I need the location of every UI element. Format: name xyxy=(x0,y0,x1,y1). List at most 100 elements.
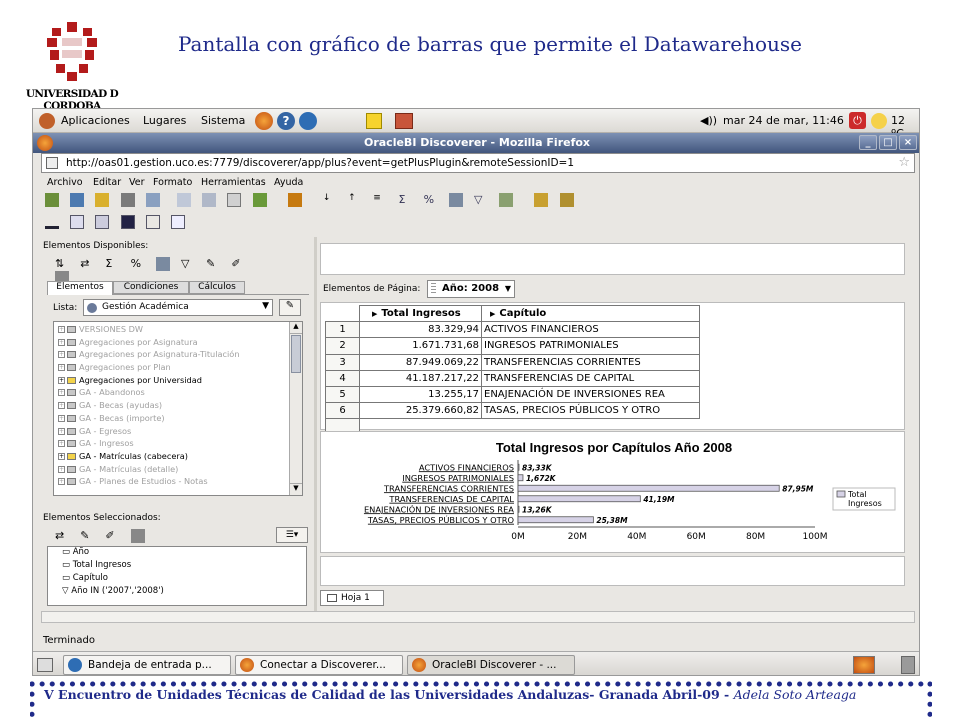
expand-icon[interactable]: + xyxy=(58,440,65,448)
expand-icon[interactable]: + xyxy=(58,376,65,384)
expand-icon[interactable]: + xyxy=(58,338,65,346)
percent-icon[interactable]: % xyxy=(424,193,438,207)
expand-icon[interactable]: + xyxy=(58,452,65,460)
cube-icon[interactable] xyxy=(145,215,160,229)
panel-icon[interactable] xyxy=(120,215,135,229)
scroll-thumb[interactable] xyxy=(291,335,301,373)
tree-item[interactable]: + VERSIONES DW xyxy=(54,324,290,337)
calculation-icon[interactable] xyxy=(448,193,463,207)
save-icon[interactable] xyxy=(95,193,110,207)
table-row[interactable]: 5 13.255,17 ENAJENACIÓN DE INVERSIONES REA xyxy=(325,385,700,404)
list-select[interactable]: Gestión Académica ▼ xyxy=(83,299,273,316)
tree-item[interactable]: + Agregaciones por Asignatura xyxy=(54,337,290,350)
firefox-launcher-icon[interactable] xyxy=(255,112,273,130)
minimize-button[interactable]: _ xyxy=(859,135,877,150)
open-icon[interactable] xyxy=(70,193,85,207)
sort-desc-icon[interactable]: ↑ xyxy=(348,193,362,207)
filter-icon[interactable]: ▽ xyxy=(474,193,488,207)
tree-item[interactable]: + GA - Abandonos xyxy=(54,387,290,400)
tree-item[interactable]: + GA - Egresos xyxy=(54,426,290,439)
notes-icon[interactable] xyxy=(366,113,382,129)
tree-item[interactable]: + Agregaciones por Plan xyxy=(54,362,290,375)
trash-icon[interactable] xyxy=(901,656,915,674)
expand-icon[interactable]: + xyxy=(58,351,65,359)
new-workbook-icon[interactable] xyxy=(45,193,59,207)
show-desktop-icon[interactable] xyxy=(37,658,53,672)
run-icon[interactable] xyxy=(287,193,302,207)
condition-icon[interactable] xyxy=(559,193,574,207)
horizontal-scrollbar[interactable] xyxy=(41,611,915,623)
screenshot-icon[interactable] xyxy=(395,113,413,129)
menu-herramientas[interactable]: Herramientas xyxy=(201,177,266,188)
firefox-tray-icon[interactable] xyxy=(853,656,875,674)
task-discoverer[interactable]: OracleBI Discoverer - ... xyxy=(407,655,575,675)
clock[interactable]: mar 24 de mar, 11:46 xyxy=(723,114,844,127)
url-bar[interactable]: http://oas01.gestion.uco.es:7779/discove… xyxy=(41,153,915,173)
expand-icon[interactable]: + xyxy=(58,414,65,422)
edit-icon[interactable]: ✎ xyxy=(80,529,94,543)
selected-item[interactable]: ▭ Total Ingresos xyxy=(48,560,306,573)
calculation-icon[interactable] xyxy=(155,257,170,271)
header-total-ingresos[interactable]: ▶ Total Ingresos xyxy=(359,304,482,323)
year-selector[interactable]: Año: 2008 ▼ xyxy=(427,280,515,298)
selected-item[interactable]: ▭ Capítulo xyxy=(48,573,306,586)
parameter-icon[interactable] xyxy=(534,193,549,207)
edit-list-icon[interactable]: ✎ xyxy=(279,299,301,316)
selected-item[interactable]: ▭ Año xyxy=(48,547,306,560)
tab-elementos[interactable]: Elementos xyxy=(47,281,113,295)
window-title-bar[interactable]: OracleBI Discoverer - Mozilla Firefox _ … xyxy=(33,133,919,153)
weather-icon[interactable] xyxy=(871,113,887,129)
rename-icon[interactable]: ✐ xyxy=(105,529,119,543)
scroll-up-button[interactable]: ▲ xyxy=(290,322,302,334)
delete-icon[interactable] xyxy=(130,529,145,543)
panel-divider[interactable] xyxy=(314,237,317,617)
help-icon[interactable]: ? xyxy=(277,112,295,130)
list-options-button[interactable]: ☰▾ xyxy=(276,527,308,543)
tree-item[interactable]: + GA - Matrículas (cabecera) xyxy=(54,451,290,464)
table-row[interactable]: 6 25.379.660,82 TASAS, PRECIOS PÚBLICOS Y … xyxy=(325,402,700,420)
menu-lugares[interactable]: Lugares xyxy=(143,114,186,127)
columns-icon[interactable] xyxy=(227,193,242,207)
tree-item[interactable]: + GA - Becas (importe) xyxy=(54,413,290,426)
expand-icon[interactable]: + xyxy=(58,478,65,486)
sum-icon[interactable]: Σ xyxy=(105,257,119,271)
task-mail[interactable]: Bandeja de entrada p... xyxy=(63,655,231,675)
grid-layout-icon[interactable] xyxy=(95,215,110,229)
menu-ayuda[interactable]: Ayuda xyxy=(274,177,303,188)
tree-item[interactable]: + GA - Matrículas (detalle) xyxy=(54,464,290,477)
tab-calculos[interactable]: Cálculos xyxy=(189,281,245,294)
layout-icon[interactable] xyxy=(45,215,59,229)
group-sort-icon[interactable]: ≡ xyxy=(373,193,387,207)
table-row[interactable]: 4 41.187.217,22 TRANSFERENCIAS DE CAPITAL xyxy=(325,369,700,387)
expand-icon[interactable]: + xyxy=(58,364,65,372)
expand-icon[interactable]: + xyxy=(58,427,65,435)
edit-icon[interactable]: ✎ xyxy=(206,257,220,271)
selected-items-tree[interactable]: ▭ Año ▭ Total Ingresos ▭ Capítulo ▽ Año … xyxy=(47,546,307,606)
menu-ver[interactable]: Ver xyxy=(129,177,145,188)
tree-item[interactable]: + GA - Planes de Estudios - Notas xyxy=(54,476,290,489)
menu-editar[interactable]: Editar xyxy=(93,177,121,188)
selected-item[interactable]: ▽ Año IN ('2007','2008') xyxy=(48,586,306,599)
bookmark-star-icon[interactable]: ☆ xyxy=(898,155,910,170)
expand-icon[interactable]: + xyxy=(58,389,65,397)
tree-item[interactable]: + GA - Becas (ayudas) xyxy=(54,400,290,413)
tree-item[interactable]: + Agregaciones por Asignatura-Titulación xyxy=(54,349,290,362)
graph-icon[interactable] xyxy=(252,193,267,207)
remove-item-icon[interactable]: ⇄ xyxy=(80,257,94,271)
table-row[interactable]: 2 1.671.731,68 INGRESOS PATRIMONIALES xyxy=(325,337,700,355)
expand-icon[interactable]: + xyxy=(58,402,65,410)
url-text[interactable]: http://oas01.gestion.uco.es:7779/discove… xyxy=(66,157,574,169)
tree-scrollbar[interactable]: ▲ ▼ xyxy=(289,322,302,495)
drill-icon[interactable] xyxy=(499,193,514,207)
table-row[interactable]: 3 87.949.069,22 TRANSFERENCIAS CORRIENTES xyxy=(325,353,700,371)
mail-launcher-icon[interactable] xyxy=(299,112,317,130)
menu-aplicaciones[interactable]: Aplicaciones xyxy=(61,114,130,127)
gnome-foot-icon[interactable] xyxy=(39,113,55,129)
expand-icon[interactable]: + xyxy=(58,465,65,473)
move-item-icon[interactable]: ⇄ xyxy=(55,529,69,543)
available-items-tree[interactable]: + VERSIONES DW + Agregaciones por Asignatur… xyxy=(53,321,303,496)
maximize-button[interactable]: □ xyxy=(879,135,897,150)
power-icon[interactable]: ⏻ xyxy=(849,112,866,129)
crosstab-icon[interactable] xyxy=(202,193,217,207)
matrix-icon[interactable] xyxy=(170,215,185,229)
